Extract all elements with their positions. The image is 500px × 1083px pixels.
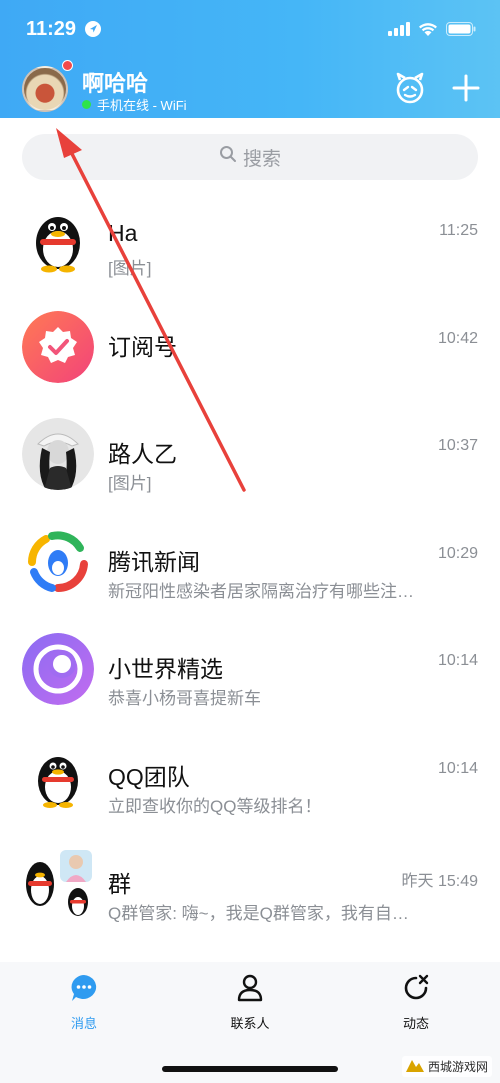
online-status[interactable]: 手机在线 - WiFi — [82, 95, 187, 114]
conversation-preview: [图片] — [108, 474, 152, 493]
conversation-preview: 新冠阳性感染者居家隔离治疗有哪些注… — [108, 581, 414, 601]
search-placeholder: 搜索 — [242, 148, 281, 170]
signal-icon — [388, 22, 410, 41]
conversation-row[interactable]: 小世界精选 恭喜小杨哥喜提新车 10:14 — [0, 614, 500, 722]
wifi-icon — [418, 22, 438, 41]
battery-icon — [446, 22, 476, 41]
tab-label: 消息 — [70, 1016, 97, 1031]
conversation-time: 10:14 — [437, 759, 478, 777]
conversation-row[interactable]: 群 Q群管家: 嗨~，我是Q群管家，我有自… 昨天 15:49 — [0, 829, 500, 937]
header: 11:29 啊哈哈 手机在线 - WiFi — [0, 0, 500, 118]
tencent-news-avatar — [22, 525, 94, 598]
status-bar: 11:29 — [26, 18, 476, 44]
conversation-preview: [图片] — [108, 259, 152, 278]
home-indicator — [162, 1066, 338, 1072]
watermark-logo-icon — [405, 1058, 424, 1075]
tab-contacts[interactable]: 联系人 — [210, 972, 290, 1032]
profile-avatar[interactable] — [22, 66, 68, 112]
subscription-badge-avatar — [22, 310, 94, 383]
conversation-preview: 立即查收你的QQ等级排名！ — [108, 796, 322, 816]
conversation-name: 腾讯新闻 — [108, 548, 200, 575]
tab-messages[interactable]: 消息 — [44, 972, 124, 1032]
conversation-name: QQ团队 — [108, 763, 190, 790]
small-world-avatar — [22, 633, 94, 705]
moments-icon — [400, 974, 432, 1008]
notification-dot — [62, 60, 73, 71]
conversation-name: 订阅号 — [108, 333, 177, 360]
contacts-icon — [234, 974, 266, 1008]
qq-penguin-avatar — [22, 740, 94, 813]
conversation-time: 10:37 — [437, 437, 478, 454]
conversation-name: 小世界精选 — [108, 656, 223, 682]
conversation-list: Ha [图片] 11:25 订阅号 10:42 路人乙 [图片] 10:37 腾… — [0, 184, 500, 937]
search-icon — [219, 145, 237, 169]
conversation-row[interactable]: 订阅号 10:42 — [0, 292, 500, 400]
conversation-row[interactable]: 腾讯新闻 新冠阳性感染者居家隔离治疗有哪些注… 10:29 — [0, 507, 500, 615]
conversation-time: 10:42 — [437, 329, 478, 347]
watermark: 西城游戏网 — [401, 1056, 492, 1077]
conversation-time: 10:29 — [437, 544, 478, 562]
conversation-preview: 恭喜小杨哥喜提新车 — [108, 689, 261, 708]
message-icon — [68, 975, 100, 1008]
tab-moments[interactable]: 动态 — [376, 972, 456, 1032]
online-status-text: 手机在线 - WiFi — [97, 98, 187, 113]
profile-name[interactable]: 啊哈哈 — [82, 66, 148, 98]
online-dot — [82, 100, 91, 109]
conversation-preview: Q群管家: 嗨~，我是Q群管家，我有自… — [108, 904, 409, 923]
tab-label: 动态 — [402, 1016, 429, 1031]
search-input[interactable]: 搜索 — [22, 134, 478, 180]
watermark-text: 西城游戏网 — [427, 1060, 488, 1074]
conversation-row[interactable]: Ha [图片] 11:25 — [0, 184, 500, 292]
conversation-time: 10:14 — [437, 652, 478, 669]
tab-label: 联系人 — [230, 1016, 270, 1031]
conversation-name: 路人乙 — [108, 441, 177, 467]
conversation-row[interactable]: 路人乙 [图片] 10:37 — [0, 399, 500, 507]
conversation-row[interactable]: QQ团队 立即查收你的QQ等级排名！ 10:14 — [0, 722, 500, 830]
conversation-name: 群 — [108, 871, 131, 897]
location-icon — [84, 20, 102, 43]
conversation-name: Ha — [108, 220, 138, 246]
qq-penguin-avatar — [22, 203, 94, 275]
super-qq-show-icon[interactable] — [392, 70, 428, 106]
status-time: 11:29 — [26, 18, 77, 40]
add-icon[interactable] — [448, 70, 484, 106]
conversation-time: 昨天 15:49 — [401, 873, 479, 890]
conversation-time: 11:25 — [439, 222, 478, 239]
photo-person-avatar — [22, 418, 94, 490]
group-avatar — [22, 848, 94, 920]
